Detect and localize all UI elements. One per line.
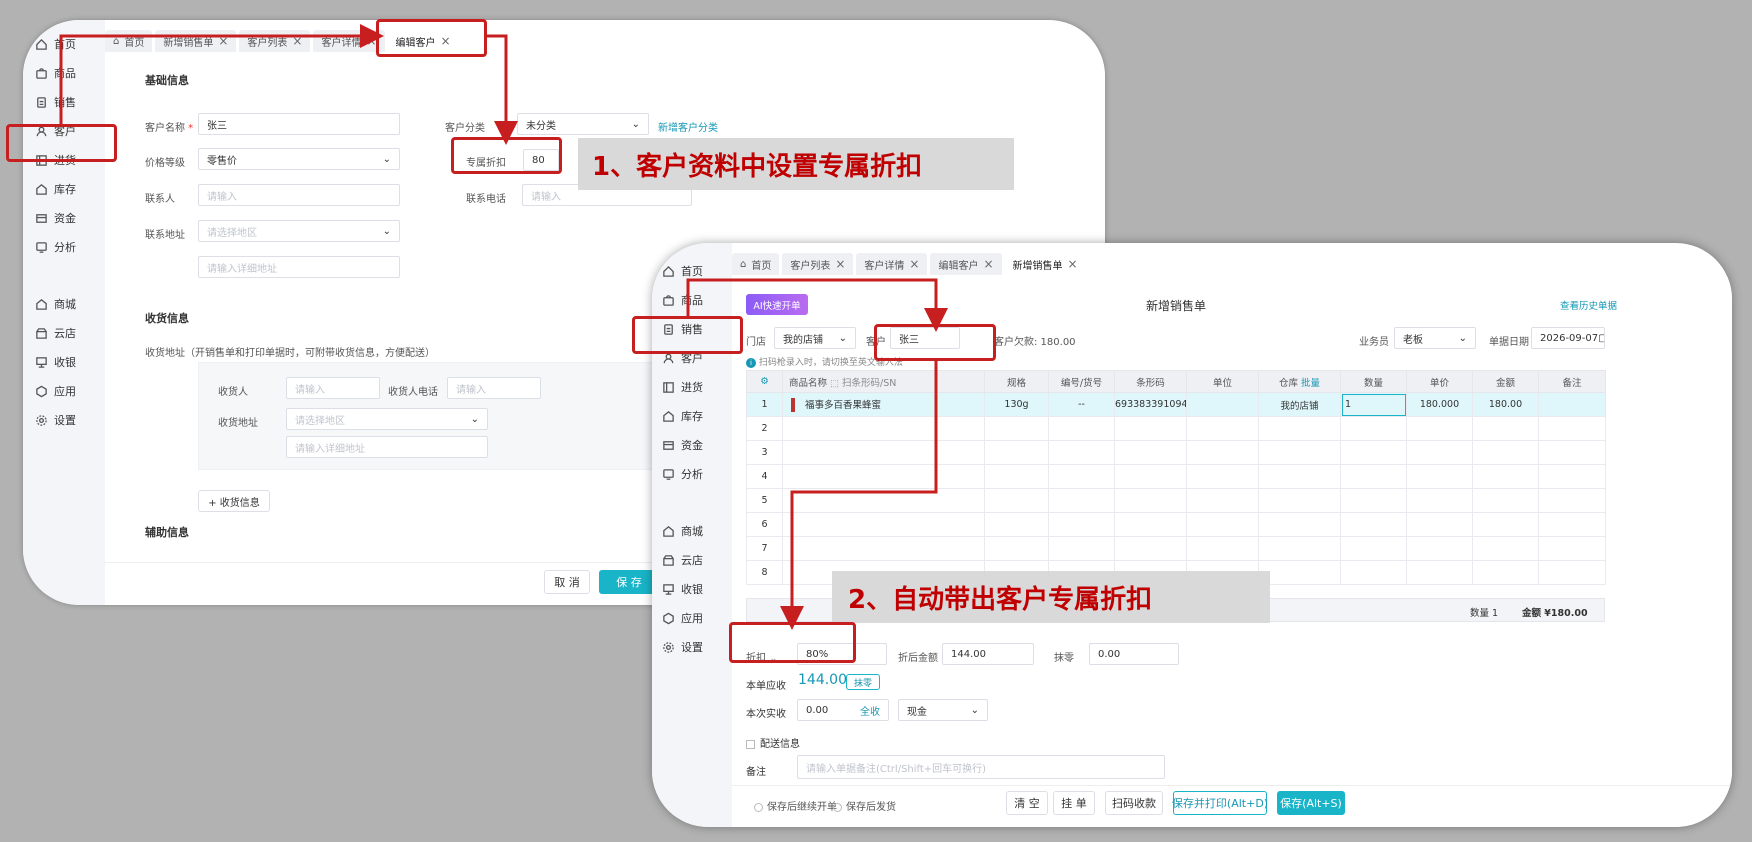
arrow-to-discount-result (780, 361, 938, 630)
arrow-to-customer (686, 278, 948, 332)
annotation-arrows (59, 24, 948, 630)
arrow-to-edit-tab (59, 24, 384, 124)
arrow-to-discount (487, 34, 518, 145)
